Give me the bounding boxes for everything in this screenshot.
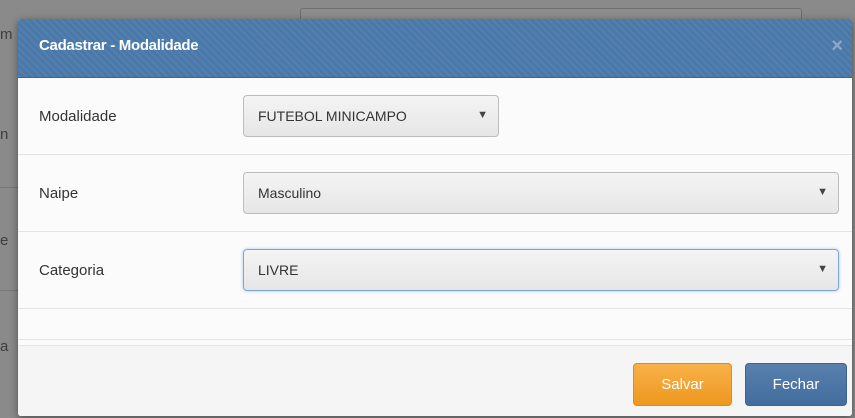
modal-header: Cadastrar - Modalidade × — [18, 19, 852, 78]
chevron-down-icon: ▼ — [817, 186, 828, 198]
naipe-value: Masculino — [258, 185, 322, 201]
background-divider — [0, 290, 18, 291]
register-modality-modal: Cadastrar - Modalidade × Modalidade FUTE… — [18, 19, 852, 416]
save-button[interactable]: Salvar — [633, 363, 732, 406]
categoria-select[interactable]: LIVRE ▼ — [243, 249, 839, 291]
naipe-label: Naipe — [39, 185, 79, 202]
close-button[interactable]: Fechar — [745, 363, 847, 406]
form-spacer — [18, 309, 852, 340]
chevron-down-icon: ▼ — [477, 109, 488, 121]
naipe-select[interactable]: Masculino ▼ — [243, 172, 839, 214]
categoria-label: Categoria — [39, 262, 105, 279]
form-row-categoria: Categoria LIVRE ▼ — [18, 232, 852, 309]
background-text: a — [0, 338, 9, 355]
form-row-naipe: Naipe Masculino ▼ — [18, 155, 852, 232]
form-row-modalidade: Modalidade FUTEBOL MINICAMPO ▼ — [18, 78, 852, 155]
background-text: e — [0, 232, 9, 249]
modalidade-select[interactable]: FUTEBOL MINICAMPO ▼ — [243, 95, 499, 137]
categoria-value: LIVRE — [258, 262, 299, 278]
modalidade-label: Modalidade — [39, 108, 117, 125]
close-icon[interactable]: × — [831, 36, 843, 56]
modal-title: Cadastrar - Modalidade — [39, 37, 199, 54]
chevron-down-icon: ▼ — [817, 263, 828, 275]
background-text: m — [0, 26, 13, 43]
background-divider — [0, 187, 18, 188]
modalidade-value: FUTEBOL MINICAMPO — [258, 108, 407, 124]
modal-footer: Salvar Fechar — [18, 345, 852, 416]
background-text: n — [0, 126, 9, 143]
